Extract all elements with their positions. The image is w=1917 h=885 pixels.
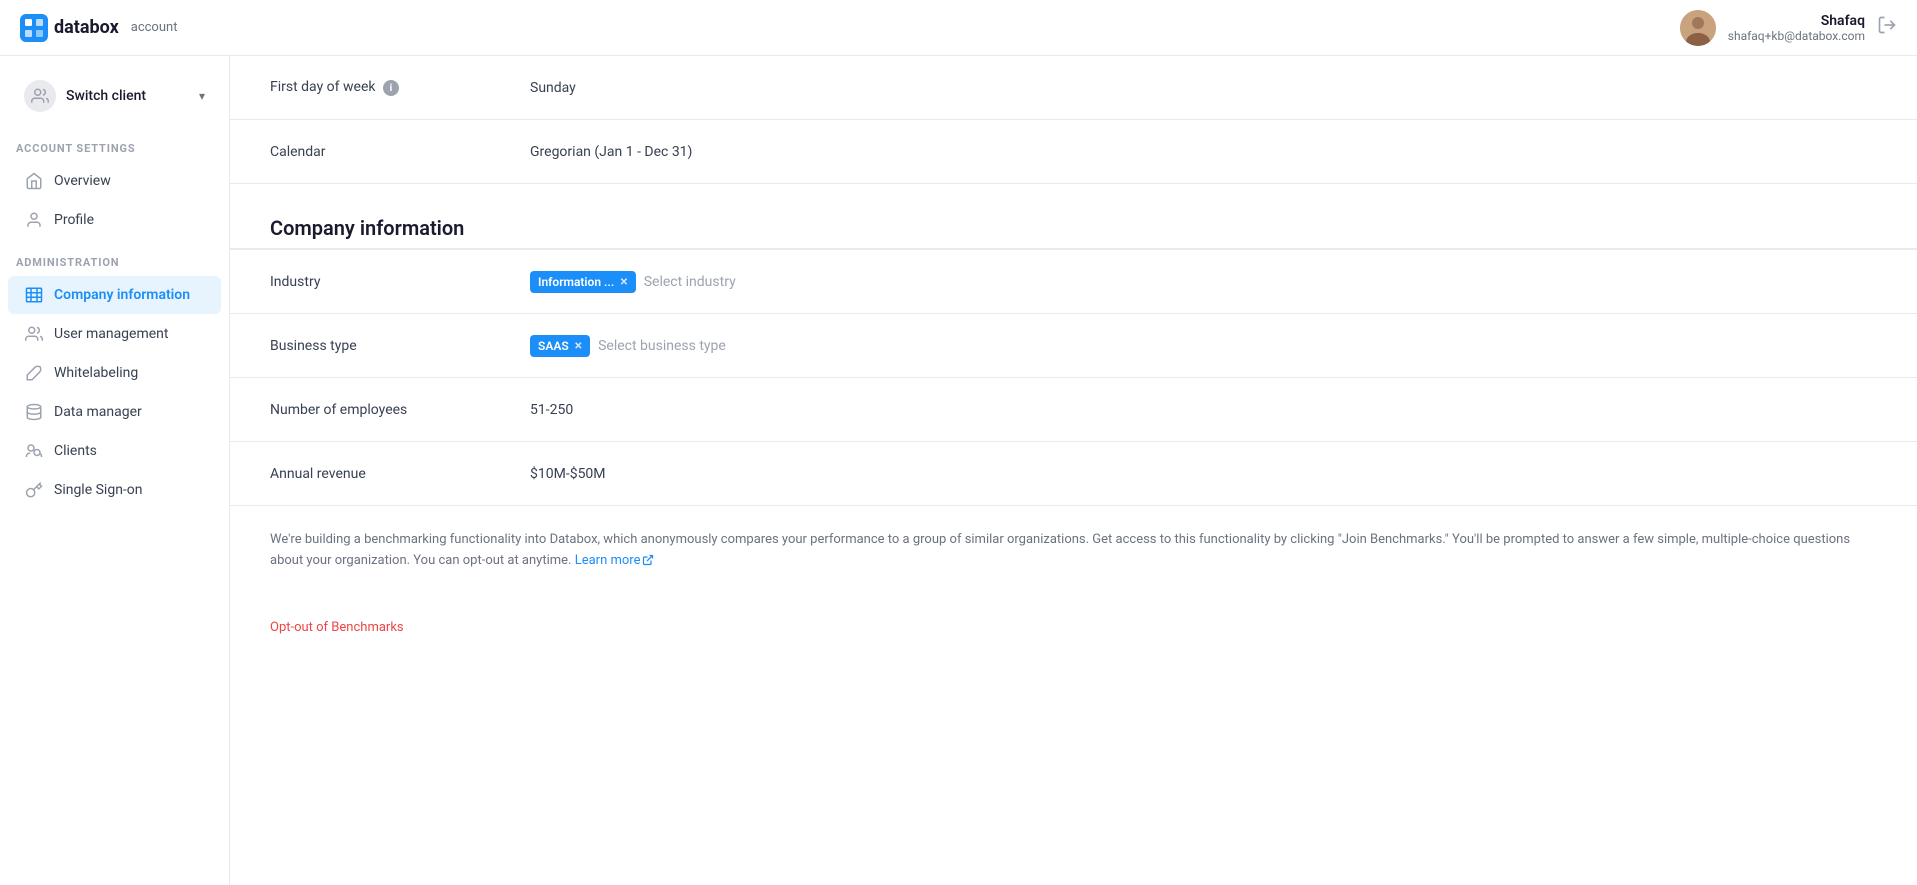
header-right: Shafaq shafaq+kb@databox.com — [1680, 10, 1897, 46]
first-day-of-week-row: First day of week i Sunday — [230, 56, 1917, 120]
company-information-heading: Company information — [230, 184, 1917, 248]
administration-section-label: ADMINISTRATION — [0, 240, 229, 275]
business-type-tag-remove[interactable]: × — [575, 339, 582, 353]
calendar-label: Calendar — [270, 144, 530, 160]
industry-row: Industry Information ... × Select indust… — [230, 250, 1917, 314]
info-icon-first-day[interactable]: i — [383, 80, 399, 96]
app-header: databox account Shafaq shafaq+kb@databox… — [0, 0, 1917, 56]
external-link-icon — [642, 554, 654, 566]
sidebar-item-datamanager-label: Data manager — [54, 404, 142, 420]
main-content: First day of week i Sunday Calendar Greg… — [230, 56, 1917, 885]
first-day-value: Sunday — [530, 80, 1877, 96]
sidebar-item-sso[interactable]: Single Sign-on — [8, 471, 221, 509]
logo-text: databox — [54, 17, 119, 38]
business-type-row: Business type SAAS × Select business typ… — [230, 314, 1917, 378]
key-icon — [24, 480, 44, 500]
avatar-image — [1680, 10, 1716, 46]
sidebar-item-whitelabeling[interactable]: Whitelabeling — [8, 354, 221, 392]
business-type-select-placeholder[interactable]: Select business type — [598, 338, 726, 354]
sidebar-item-usermgmt-label: User management — [54, 326, 168, 342]
industry-label: Industry — [270, 274, 530, 290]
user-name: Shafaq — [1821, 13, 1865, 29]
num-employees-label: Number of employees — [270, 402, 530, 418]
brush-icon — [24, 363, 44, 383]
header-left: databox account — [20, 14, 177, 42]
annual-revenue-row: Annual revenue $10M-$50M — [230, 442, 1917, 506]
switch-client-label: Switch client — [66, 88, 146, 104]
sidebar-item-profile-label: Profile — [54, 212, 94, 228]
sidebar-item-overview-label: Overview — [54, 173, 111, 189]
sidebar-item-whitelabeling-label: Whitelabeling — [54, 365, 138, 381]
sidebar-item-user-management[interactable]: User management — [8, 315, 221, 353]
sidebar-item-overview[interactable]: Overview — [8, 162, 221, 200]
user-info: Shafaq shafaq+kb@databox.com — [1728, 13, 1865, 43]
business-type-label: Business type — [270, 338, 530, 354]
clients-icon — [24, 441, 44, 461]
home-icon — [24, 171, 44, 191]
chevron-down-icon: ▾ — [199, 89, 205, 103]
header-account-label: account — [131, 20, 178, 35]
sidebar-item-profile[interactable]: Profile — [8, 201, 221, 239]
user-icon — [24, 210, 44, 230]
opt-out-link[interactable]: Opt-out of Benchmarks — [230, 596, 444, 651]
logout-icon[interactable] — [1877, 15, 1897, 40]
business-type-value: SAAS × Select business type — [530, 335, 1877, 357]
database-icon — [24, 402, 44, 422]
industry-tag-label: Information ... — [538, 275, 614, 289]
benchmarks-footer: We're building a benchmarking functional… — [230, 506, 1917, 596]
benchmarks-body-text: We're building a benchmarking functional… — [270, 532, 1850, 568]
business-type-tag[interactable]: SAAS × — [530, 335, 590, 357]
annual-revenue-value: $10M-$50M — [530, 466, 1877, 482]
annual-revenue-label: Annual revenue — [270, 466, 530, 482]
sidebar-item-company-label: Company information — [54, 287, 190, 303]
sidebar-item-data-manager[interactable]: Data manager — [8, 393, 221, 431]
num-employees-row: Number of employees 51-250 — [230, 378, 1917, 442]
databox-logo-icon — [20, 14, 48, 42]
switch-client-avatar — [24, 80, 56, 112]
app-body: Switch client ▾ ACCOUNT SETTINGS Overvie… — [0, 56, 1917, 885]
databox-logo[interactable]: databox — [20, 14, 119, 42]
first-day-label: First day of week i — [270, 79, 530, 97]
user-email: shafaq+kb@databox.com — [1728, 29, 1865, 43]
industry-tag-remove[interactable]: × — [620, 275, 627, 289]
learn-more-link[interactable]: Learn more — [575, 553, 641, 568]
building-icon — [24, 285, 44, 305]
user-avatar — [1680, 10, 1716, 46]
account-settings-section-label: ACCOUNT SETTINGS — [0, 126, 229, 161]
users-icon — [24, 324, 44, 344]
industry-value: Information ... × Select industry — [530, 271, 1877, 293]
sidebar: Switch client ▾ ACCOUNT SETTINGS Overvie… — [0, 56, 230, 885]
business-type-tag-label: SAAS — [538, 339, 569, 353]
switch-client-left: Switch client — [24, 80, 146, 112]
industry-tag[interactable]: Information ... × — [530, 271, 636, 293]
calendar-value: Gregorian (Jan 1 - Dec 31) — [530, 144, 1877, 160]
sidebar-item-clients-label: Clients — [54, 443, 97, 459]
sidebar-item-clients[interactable]: Clients — [8, 432, 221, 470]
sidebar-item-sso-label: Single Sign-on — [54, 482, 143, 498]
num-employees-value: 51-250 — [530, 402, 1877, 418]
switch-client-button[interactable]: Switch client ▾ — [8, 70, 221, 122]
sidebar-item-company-information[interactable]: Company information — [8, 276, 221, 314]
industry-select-placeholder[interactable]: Select industry — [644, 274, 736, 290]
calendar-row: Calendar Gregorian (Jan 1 - Dec 31) — [230, 120, 1917, 184]
